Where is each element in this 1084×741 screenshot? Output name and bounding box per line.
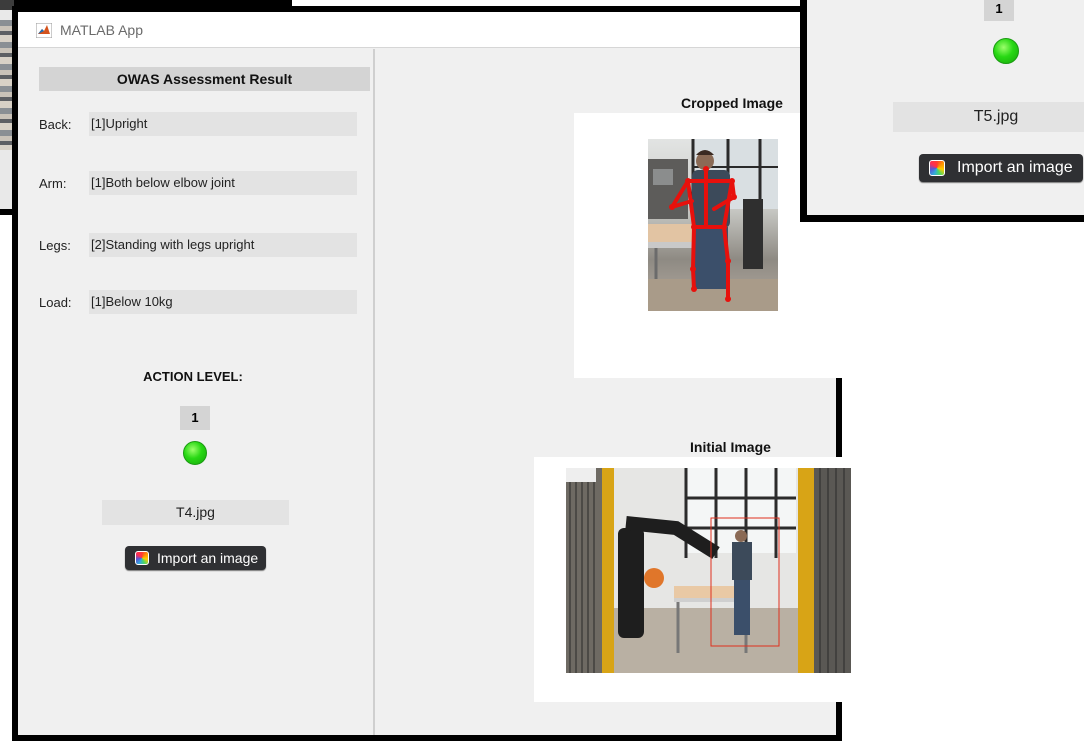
panel-header: OWAS Assessment Result (39, 67, 370, 91)
initial-image-axes (534, 457, 884, 702)
action-level-title: ACTION LEVEL: (143, 369, 243, 384)
initial-image-title: Initial Image (690, 439, 771, 455)
filename-field: T4.jpg (102, 500, 289, 525)
window-title: MATLAB App (60, 22, 144, 38)
initial-photo-scene (566, 468, 851, 673)
status-lamp (183, 441, 207, 465)
initial-image (566, 468, 851, 673)
photos-icon (135, 551, 149, 565)
overlay-action-level-value: 1 (984, 0, 1014, 21)
overlay-status-lamp (993, 38, 1019, 64)
legs-value-field: [2]Standing with legs upright (89, 233, 357, 257)
cropped-photo-scene (648, 139, 778, 311)
import-image-button[interactable]: Import an image (125, 546, 267, 570)
matlab-app-window: MATLAB App OWAS Assessment Result Back: … (12, 6, 884, 741)
overlay-result-window: 1 T5.jpg Import an image (800, 0, 1084, 222)
arm-value-field: [1]Both below elbow joint (89, 171, 357, 195)
arm-label: Arm: (39, 176, 67, 191)
image-panel: Cropped Image Initial Image (384, 49, 884, 735)
cropped-image (648, 139, 778, 311)
back-label: Back: (39, 117, 72, 132)
back-value-field: [1]Upright (89, 112, 357, 136)
import-button-label: Import an image (157, 550, 259, 566)
legs-label: Legs: (39, 238, 71, 253)
load-label: Load: (39, 295, 72, 310)
overlay-import-image-button[interactable]: Import an image (919, 154, 1083, 182)
matlab-logo-icon (36, 23, 52, 38)
photos-icon (929, 160, 945, 176)
overlay-import-button-label: Import an image (957, 159, 1073, 176)
action-level-value: 1 (180, 406, 210, 430)
overlay-filename-field: T5.jpg (893, 102, 1084, 132)
owas-result-panel: OWAS Assessment Result Back: [1]Upright … (27, 49, 375, 735)
load-value-field: [1]Below 10kg (89, 290, 357, 314)
title-bar: MATLAB App (18, 12, 836, 48)
cropped-image-title: Cropped Image (681, 95, 783, 111)
